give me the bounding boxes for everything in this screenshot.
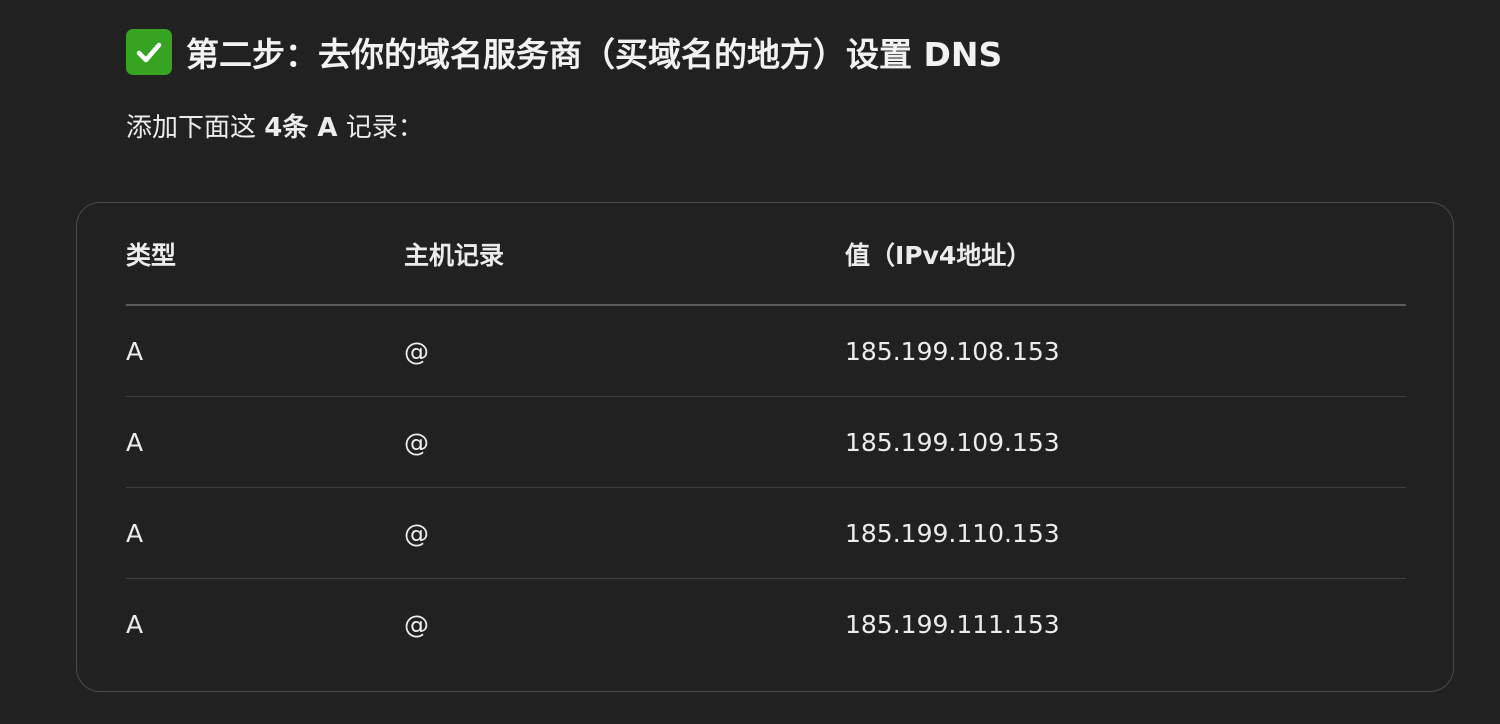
check-mark-button-icon — [126, 29, 172, 75]
cell-host: @ — [404, 427, 429, 457]
header-ipv4-value: 值（IPv4地址） — [845, 240, 1032, 270]
cell-ip: 185.199.109.153 — [845, 427, 1060, 457]
cell-type: A — [126, 427, 144, 457]
header-host-record: 主机记录 — [404, 240, 505, 270]
header-type: 类型 — [126, 240, 177, 270]
intro-suffix: 记录： — [337, 113, 424, 143]
table-row: A @ 185.199.109.153 — [126, 397, 1406, 488]
cell-ip: 185.199.108.153 — [845, 336, 1060, 366]
table-header-row: 类型 主机记录 值（IPv4地址） — [126, 203, 1406, 306]
intro-prefix: 添加下面这 — [126, 113, 265, 143]
cell-type: A — [126, 609, 144, 639]
intro-emphasis: 4条 A — [264, 113, 338, 143]
cell-host: @ — [404, 336, 429, 366]
cell-type: A — [126, 336, 144, 366]
cell-ip: 185.199.110.153 — [845, 518, 1060, 548]
step-heading-text: 第二步：去你的域名服务商（买域名的地方）设置 DNS — [186, 35, 1003, 74]
table-row: A @ 185.199.110.153 — [126, 488, 1406, 579]
table-row: A @ 185.199.108.153 — [126, 306, 1406, 397]
cell-host: @ — [404, 609, 429, 639]
step-heading: 第二步：去你的域名服务商（买域名的地方）设置 DNS — [126, 26, 1002, 78]
cell-type: A — [126, 518, 144, 548]
cell-host: @ — [404, 518, 429, 548]
table-row: A @ 185.199.111.153 — [126, 579, 1406, 669]
dns-records-table: 类型 主机记录 值（IPv4地址） A @ 185.199.108.153 A … — [76, 202, 1454, 692]
page: 第二步：去你的域名服务商（买域名的地方）设置 DNS 添加下面这 4条 A 记录… — [0, 0, 1500, 724]
intro-paragraph: 添加下面这 4条 A 记录： — [126, 108, 424, 148]
cell-ip: 185.199.111.153 — [845, 609, 1060, 639]
